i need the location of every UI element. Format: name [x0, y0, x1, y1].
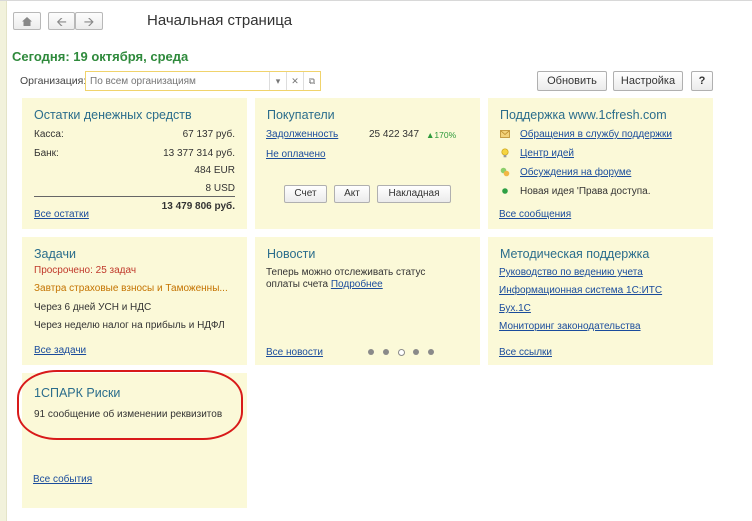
organization-label: Организация: [20, 75, 87, 87]
refresh-button[interactable]: Обновить [537, 71, 607, 91]
news-pager-dot-active[interactable] [398, 349, 405, 356]
news-panel-title: Новости [267, 247, 316, 261]
task-item[interactable]: Через неделю налог на прибыль и НДФЛ [34, 320, 225, 331]
green-dot-icon [502, 188, 508, 194]
organization-input[interactable] [86, 74, 269, 88]
arrow-left-icon: 🡨 [56, 14, 67, 29]
open-icon[interactable]: ⧉ [303, 72, 320, 90]
cash-value-kassa: 67 137 руб. [182, 129, 235, 140]
cash-total-divider [34, 196, 235, 197]
cash-value-eur: 484 EUR [194, 165, 235, 176]
today-date: Сегодня: 19 октября, среда [12, 49, 189, 64]
methodical-link-guide[interactable]: Руководство по ведению учета [499, 267, 643, 278]
cash-panel-title: Остатки денежных средств [34, 108, 192, 122]
help-button[interactable]: ? [691, 71, 713, 91]
news-text-line2: оплаты счета Подробнее [266, 279, 383, 290]
all-links-link[interactable]: Все ссылки [499, 347, 552, 358]
support-panel: Поддержка www.1cfresh.com Обращения в сл… [488, 98, 713, 229]
ideas-center-link[interactable]: Центр идей [520, 148, 574, 159]
news-panel: Новости Теперь можно отслеживать статус … [255, 237, 480, 365]
methodical-link-its[interactable]: Информационная система 1С:ИТС [499, 285, 662, 296]
envelope-icon [500, 130, 510, 138]
news-more-link[interactable]: Подробнее [331, 279, 383, 290]
cash-label-bank: Банк: [34, 148, 59, 159]
tasks-panel: Задачи Просрочено: 25 задач Завтра страх… [22, 237, 247, 365]
news-pager-dot[interactable] [413, 349, 419, 355]
settings-button[interactable]: Настройка [613, 71, 683, 91]
all-events-link[interactable]: Все события [33, 474, 92, 485]
new-idea-text: Новая идея 'Права доступа. [520, 186, 651, 197]
debt-link[interactable]: Задолженность [266, 129, 338, 140]
methodical-link-buh[interactable]: Бух.1С [499, 303, 531, 314]
cash-value-bank: 13 377 314 руб. [163, 148, 235, 159]
news-pager-dot[interactable] [383, 349, 389, 355]
cash-total: 13 479 806 руб. [161, 201, 235, 212]
cash-value-usd: 8 USD [205, 183, 235, 194]
top-rule [0, 0, 752, 1]
forum-icon [500, 167, 510, 177]
back-button[interactable]: 🡨 [48, 12, 75, 30]
task-item[interactable]: Через 6 дней УСН и НДС [34, 302, 151, 313]
page-title: Начальная страница [147, 12, 293, 29]
debt-value: 25 422 347 [369, 129, 420, 140]
all-tasks-link[interactable]: Все задачи [34, 345, 86, 356]
buyers-panel: Покупатели Задолженность 25 422 347 ▲170… [255, 98, 480, 229]
organization-field[interactable]: ▾ ✕ ⧉ [85, 71, 321, 91]
arrow-right-icon: 🡪 [83, 14, 95, 29]
all-messages-link[interactable]: Все сообщения [499, 209, 571, 220]
methodical-link-monitoring[interactable]: Мониторинг законодательства [499, 321, 641, 332]
cash-label-kassa: Касса: [34, 129, 64, 140]
dropdown-arrow-icon[interactable]: ▾ [269, 72, 286, 90]
home-icon [22, 17, 32, 26]
act-button[interactable]: Акт [334, 185, 370, 203]
clear-icon[interactable]: ✕ [286, 72, 303, 90]
waybill-button[interactable]: Накладная [377, 185, 451, 203]
methodical-panel-title: Методическая поддержка [500, 247, 650, 261]
all-balances-link[interactable]: Все остатки [34, 209, 89, 220]
tasks-panel-title: Задачи [34, 247, 76, 261]
lightbulb-icon [501, 148, 509, 158]
unpaid-link[interactable]: Не оплачено [266, 149, 326, 160]
highlight-ring [17, 370, 243, 440]
buyers-panel-title: Покупатели [267, 108, 335, 122]
all-news-link[interactable]: Все новости [266, 347, 323, 358]
news-text-line2-label: оплаты счета [266, 279, 329, 290]
task-item[interactable]: Завтра страховые взносы и Таможенны... [34, 283, 228, 294]
support-requests-link[interactable]: Обращения в службу поддержки [520, 129, 672, 140]
left-accent-bar [0, 0, 7, 521]
methodical-panel: Методическая поддержка Руководство по ве… [488, 237, 713, 365]
support-panel-title: Поддержка www.1cfresh.com [500, 108, 667, 122]
debt-change: ▲170% [426, 130, 457, 140]
home-button[interactable] [13, 12, 41, 30]
news-text-line1: Теперь можно отслеживать статус [266, 267, 426, 278]
tasks-overdue: Просрочено: 25 задач [34, 265, 137, 276]
forum-link[interactable]: Обсуждения на форуме [520, 167, 631, 178]
invoice-button[interactable]: Счет [284, 185, 327, 203]
news-pager-dot[interactable] [368, 349, 374, 355]
news-pager-dot[interactable] [428, 349, 434, 355]
cash-balances-panel: Остатки денежных средств Касса: 67 137 р… [22, 98, 247, 229]
forward-button[interactable]: 🡪 [75, 12, 103, 30]
